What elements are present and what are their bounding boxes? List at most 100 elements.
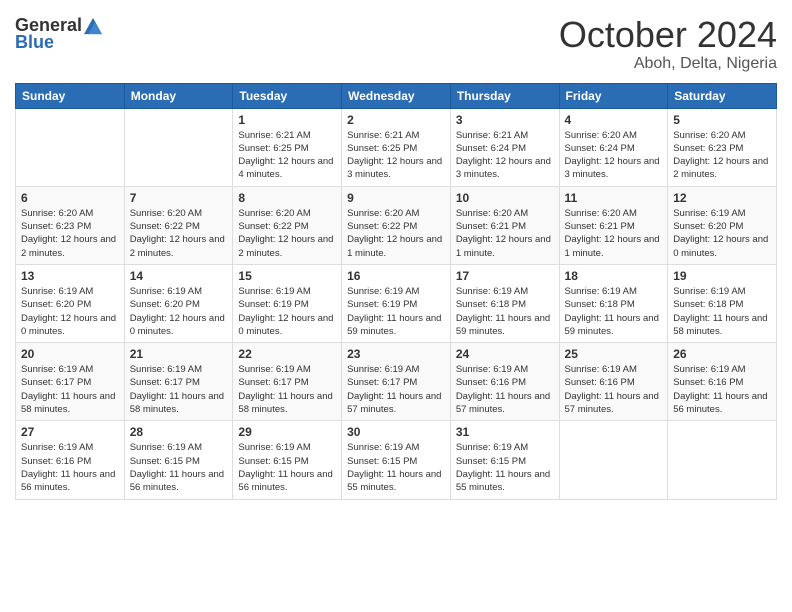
day-number: 31: [456, 425, 554, 439]
day-info: Sunrise: 6:19 AM Sunset: 6:20 PM Dayligh…: [21, 285, 119, 338]
calendar-week-row: 20 Sunrise: 6:19 AM Sunset: 6:17 PM Dayli…: [16, 343, 777, 421]
weekday-header: Tuesday: [233, 83, 342, 108]
calendar-cell: 19 Sunrise: 6:19 AM Sunset: 6:18 PM Dayli…: [668, 264, 777, 342]
page: General Blue October 2024 Aboh, Delta, N…: [0, 0, 792, 612]
day-number: 14: [130, 269, 228, 283]
calendar-week-row: 13 Sunrise: 6:19 AM Sunset: 6:20 PM Dayli…: [16, 264, 777, 342]
day-info: Sunrise: 6:19 AM Sunset: 6:16 PM Dayligh…: [456, 363, 554, 416]
calendar-cell: 6 Sunrise: 6:20 AM Sunset: 6:23 PM Daylig…: [16, 186, 125, 264]
day-number: 23: [347, 347, 445, 361]
header: General Blue October 2024 Aboh, Delta, N…: [15, 15, 777, 73]
day-info: Sunrise: 6:19 AM Sunset: 6:19 PM Dayligh…: [238, 285, 336, 338]
day-info: Sunrise: 6:20 AM Sunset: 6:24 PM Dayligh…: [565, 129, 663, 182]
calendar-cell: [559, 421, 668, 499]
day-number: 22: [238, 347, 336, 361]
day-info: Sunrise: 6:19 AM Sunset: 6:18 PM Dayligh…: [673, 285, 771, 338]
day-info: Sunrise: 6:19 AM Sunset: 6:15 PM Dayligh…: [130, 441, 228, 494]
calendar-cell: 17 Sunrise: 6:19 AM Sunset: 6:18 PM Dayli…: [450, 264, 559, 342]
calendar-week-row: 1 Sunrise: 6:21 AM Sunset: 6:25 PM Daylig…: [16, 108, 777, 186]
day-info: Sunrise: 6:19 AM Sunset: 6:17 PM Dayligh…: [130, 363, 228, 416]
day-number: 20: [21, 347, 119, 361]
calendar-header-row: SundayMondayTuesdayWednesdayThursdayFrid…: [16, 83, 777, 108]
day-number: 25: [565, 347, 663, 361]
day-number: 30: [347, 425, 445, 439]
calendar-week-row: 27Sunrise: 6:19 AM Sunset: 6:16 PM Dayli…: [16, 421, 777, 499]
day-info: Sunrise: 6:19 AM Sunset: 6:16 PM Dayligh…: [673, 363, 771, 416]
calendar-cell: [124, 108, 233, 186]
calendar-cell: 1Sunrise: 6:21 AM Sunset: 6:25 PM Daylig…: [233, 108, 342, 186]
day-number: 24: [456, 347, 554, 361]
day-number: 1: [238, 113, 336, 127]
calendar-cell: 29Sunrise: 6:19 AM Sunset: 6:15 PM Dayli…: [233, 421, 342, 499]
day-number: 5: [673, 113, 771, 127]
calendar-cell: 16 Sunrise: 6:19 AM Sunset: 6:19 PM Dayli…: [342, 264, 451, 342]
day-info: Sunrise: 6:21 AM Sunset: 6:25 PM Dayligh…: [347, 129, 445, 182]
calendar-cell: 28 Sunrise: 6:19 AM Sunset: 6:15 PM Dayli…: [124, 421, 233, 499]
day-number: 12: [673, 191, 771, 205]
day-number: 6: [21, 191, 119, 205]
calendar-cell: 20Sunrise: 6:19 AM Sunset: 6:17 PM Dayli…: [16, 343, 125, 421]
calendar-cell: 4 Sunrise: 6:20 AM Sunset: 6:24 PM Daylig…: [559, 108, 668, 186]
calendar-cell: 8 Sunrise: 6:20 AM Sunset: 6:22 PM Daylig…: [233, 186, 342, 264]
day-number: 7: [130, 191, 228, 205]
day-info: Sunrise: 6:19 AM Sunset: 6:16 PM Dayligh…: [21, 441, 119, 494]
day-number: 17: [456, 269, 554, 283]
day-info: Sunrise: 6:19 AM Sunset: 6:18 PM Dayligh…: [456, 285, 554, 338]
calendar-cell: 15Sunrise: 6:19 AM Sunset: 6:19 PM Dayli…: [233, 264, 342, 342]
day-number: 8: [238, 191, 336, 205]
day-info: Sunrise: 6:20 AM Sunset: 6:21 PM Dayligh…: [456, 207, 554, 260]
day-info: Sunrise: 6:19 AM Sunset: 6:18 PM Dayligh…: [565, 285, 663, 338]
day-info: Sunrise: 6:19 AM Sunset: 6:20 PM Dayligh…: [673, 207, 771, 260]
day-info: Sunrise: 6:20 AM Sunset: 6:22 PM Dayligh…: [238, 207, 336, 260]
day-info: Sunrise: 6:19 AM Sunset: 6:19 PM Dayligh…: [347, 285, 445, 338]
day-info: Sunrise: 6:19 AM Sunset: 6:20 PM Dayligh…: [130, 285, 228, 338]
day-info: Sunrise: 6:19 AM Sunset: 6:16 PM Dayligh…: [565, 363, 663, 416]
day-number: 11: [565, 191, 663, 205]
weekday-header: Saturday: [668, 83, 777, 108]
day-info: Sunrise: 6:21 AM Sunset: 6:24 PM Dayligh…: [456, 129, 554, 182]
day-info: Sunrise: 6:19 AM Sunset: 6:15 PM Dayligh…: [347, 441, 445, 494]
calendar-cell: 22 Sunrise: 6:19 AM Sunset: 6:17 PM Dayli…: [233, 343, 342, 421]
day-number: 21: [130, 347, 228, 361]
day-info: Sunrise: 6:20 AM Sunset: 6:23 PM Dayligh…: [21, 207, 119, 260]
day-info: Sunrise: 6:20 AM Sunset: 6:22 PM Dayligh…: [130, 207, 228, 260]
weekday-header: Friday: [559, 83, 668, 108]
calendar-cell: 31 Sunrise: 6:19 AM Sunset: 6:15 PM Dayli…: [450, 421, 559, 499]
logo-icon: [84, 17, 102, 35]
weekday-header: Monday: [124, 83, 233, 108]
calendar-table: SundayMondayTuesdayWednesdayThursdayFrid…: [15, 83, 777, 500]
calendar-cell: [16, 108, 125, 186]
calendar-cell: [668, 421, 777, 499]
title-month: October 2024: [559, 15, 777, 55]
day-number: 18: [565, 269, 663, 283]
calendar-cell: 5 Sunrise: 6:20 AM Sunset: 6:23 PM Daylig…: [668, 108, 777, 186]
day-number: 4: [565, 113, 663, 127]
day-info: Sunrise: 6:20 AM Sunset: 6:23 PM Dayligh…: [673, 129, 771, 182]
calendar-cell: 23 Sunrise: 6:19 AM Sunset: 6:17 PM Dayli…: [342, 343, 451, 421]
day-number: 19: [673, 269, 771, 283]
logo: General Blue: [15, 15, 102, 53]
day-number: 16: [347, 269, 445, 283]
day-info: Sunrise: 6:19 AM Sunset: 6:15 PM Dayligh…: [238, 441, 336, 494]
day-info: Sunrise: 6:19 AM Sunset: 6:15 PM Dayligh…: [456, 441, 554, 494]
day-info: Sunrise: 6:19 AM Sunset: 6:17 PM Dayligh…: [238, 363, 336, 416]
day-info: Sunrise: 6:20 AM Sunset: 6:21 PM Dayligh…: [565, 207, 663, 260]
day-info: Sunrise: 6:20 AM Sunset: 6:22 PM Dayligh…: [347, 207, 445, 260]
day-info: Sunrise: 6:19 AM Sunset: 6:17 PM Dayligh…: [347, 363, 445, 416]
day-number: 28: [130, 425, 228, 439]
calendar-week-row: 6 Sunrise: 6:20 AM Sunset: 6:23 PM Daylig…: [16, 186, 777, 264]
logo-blue: Blue: [15, 32, 54, 53]
day-number: 9: [347, 191, 445, 205]
calendar-cell: 2Sunrise: 6:21 AM Sunset: 6:25 PM Daylig…: [342, 108, 451, 186]
calendar-cell: 10Sunrise: 6:20 AM Sunset: 6:21 PM Dayli…: [450, 186, 559, 264]
title-location: Aboh, Delta, Nigeria: [559, 55, 777, 73]
calendar-cell: 18 Sunrise: 6:19 AM Sunset: 6:18 PM Dayli…: [559, 264, 668, 342]
day-number: 13: [21, 269, 119, 283]
calendar-cell: 21 Sunrise: 6:19 AM Sunset: 6:17 PM Dayli…: [124, 343, 233, 421]
calendar-cell: 25 Sunrise: 6:19 AM Sunset: 6:16 PM Dayli…: [559, 343, 668, 421]
weekday-header: Sunday: [16, 83, 125, 108]
day-number: 26: [673, 347, 771, 361]
calendar-cell: 27Sunrise: 6:19 AM Sunset: 6:16 PM Dayli…: [16, 421, 125, 499]
calendar-cell: 24 Sunrise: 6:19 AM Sunset: 6:16 PM Dayli…: [450, 343, 559, 421]
calendar-cell: 11 Sunrise: 6:20 AM Sunset: 6:21 PM Dayli…: [559, 186, 668, 264]
